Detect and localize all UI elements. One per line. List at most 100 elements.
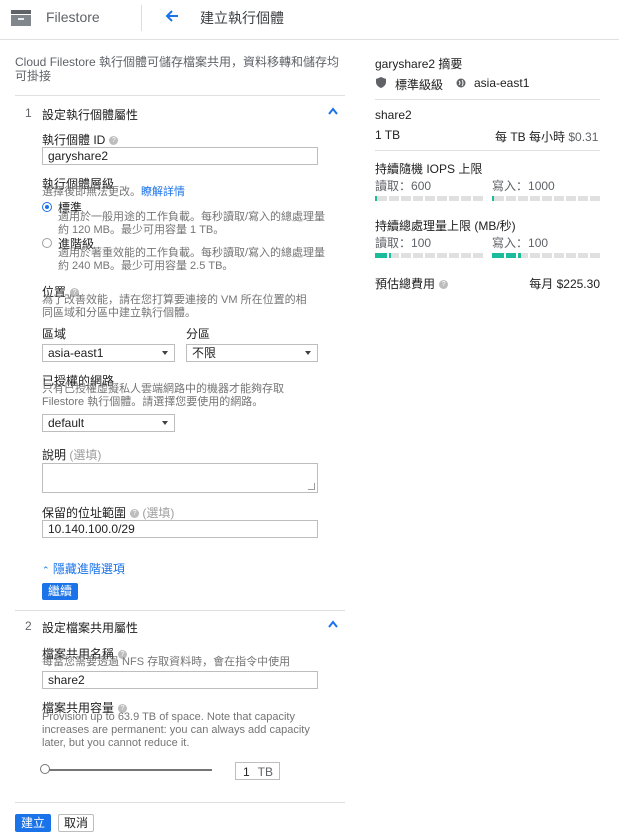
- cost-label: 預估總費用?: [375, 275, 449, 292]
- section-title: 設定執行個體屬性: [42, 108, 139, 122]
- share-name-input[interactable]: [42, 671, 318, 689]
- ip-range-label: 保留的位址範圍? (選填): [42, 506, 175, 520]
- network-select[interactable]: default: [42, 414, 175, 432]
- shield-icon: [376, 77, 386, 88]
- instance-id-input[interactable]: [42, 147, 318, 165]
- bar-segment-gap: [423, 196, 425, 201]
- top-bar: Filestore 建立執行個體: [0, 0, 619, 40]
- cost-value: 每月 $225.30: [529, 277, 600, 291]
- throughput-write-bar: [492, 253, 600, 258]
- learn-more-link[interactable]: 瞭解詳情: [141, 186, 185, 198]
- bar-segment-gap: [423, 253, 425, 258]
- filestore-icon: [11, 10, 31, 26]
- iops-title: 持續隨機 IOPS 上限: [375, 162, 483, 176]
- dropdown-caret-icon: [162, 421, 168, 425]
- header-divider: [141, 5, 142, 31]
- bar-segment-gap: [411, 253, 413, 258]
- section-2-header[interactable]: 2 設定檔案共用屬性: [15, 619, 345, 641]
- summary-tier: 標準級級: [395, 78, 444, 92]
- help-icon[interactable]: ?: [130, 509, 140, 519]
- capacity-field[interactable]: 1 TB: [235, 762, 280, 780]
- capacity-slider-track[interactable]: [42, 769, 212, 771]
- section-divider: [15, 802, 345, 803]
- back-arrow-icon[interactable]: [162, 6, 182, 26]
- create-button[interactable]: 建立: [15, 814, 51, 832]
- iops-write-bar: [492, 196, 600, 201]
- section-title: 設定檔案共用屬性: [42, 621, 139, 635]
- bar-segment-gap: [399, 196, 401, 201]
- summary-region: asia-east1: [474, 76, 530, 90]
- throughput-title: 持續總處理量上限 (MB/秒): [375, 219, 516, 233]
- dropdown-caret-icon: [305, 351, 311, 355]
- capacity-sub: Provision up to 63.9 TB of space. Note t…: [42, 711, 310, 749]
- share-name-sub: 每當您需要透過 NFS 存取資料時，會在指令中使用: [42, 656, 291, 668]
- throughput-read: 讀取：100: [375, 236, 432, 250]
- tier-standard-desc: 適用於一般用途的工作負載。每秒讀取/寫入的總處理量約 120 MB。最少可用容量…: [58, 211, 326, 236]
- section-divider: [15, 610, 345, 611]
- iops-read: 讀取：600: [375, 179, 432, 193]
- section-1-header[interactable]: 1 設定執行個體屬性: [15, 106, 345, 128]
- summary-divider: [375, 150, 600, 151]
- help-icon[interactable]: ?: [439, 280, 449, 290]
- throughput-write: 寫入：100: [492, 236, 549, 250]
- page-title: 建立執行個體: [200, 10, 284, 26]
- bar-segment-gap: [516, 253, 518, 258]
- dropdown-caret-icon: [162, 351, 168, 355]
- bar-segment-gap: [435, 196, 437, 201]
- summary-share: share2: [375, 108, 412, 122]
- bar-segment-gap: [552, 196, 554, 201]
- chevron-up-small-icon: ⌃: [42, 565, 50, 575]
- region-label: 區域: [42, 327, 67, 341]
- advanced-options-toggle[interactable]: ⌃ 隱藏進階選項: [42, 560, 125, 577]
- summary-capacity: 1 TB: [375, 128, 401, 142]
- chevron-up-icon[interactable]: [327, 106, 339, 116]
- bar-segment-gap: [387, 253, 389, 258]
- bar-segment-gap: [504, 253, 506, 258]
- section-number: 1: [25, 106, 32, 120]
- bar-segment-gap: [540, 196, 542, 201]
- bar-segment-gap: [459, 253, 461, 258]
- summary-title: garyshare2 摘要: [375, 57, 463, 71]
- bar-segment-gap: [588, 253, 590, 258]
- instance-id-label: 執行個體 ID?: [42, 131, 119, 148]
- resize-handle[interactable]: [308, 483, 315, 490]
- bar-segment-gap: [459, 196, 461, 201]
- tier-standard-radio[interactable]: [42, 202, 52, 212]
- section-number: 2: [25, 619, 32, 633]
- region-select[interactable]: asia-east1: [42, 344, 175, 362]
- tier-premium-radio[interactable]: [42, 238, 52, 248]
- description-label: 說明 (選填): [42, 448, 102, 462]
- bar-segment-gap: [504, 196, 506, 201]
- chevron-up-icon[interactable]: [327, 619, 339, 629]
- intro-text: Cloud Filestore 執行個體可儲存檔案共用，資料移轉和儲存均可掛接: [15, 55, 340, 83]
- zone-select[interactable]: 不限: [186, 344, 318, 362]
- iops-write: 寫入：1000: [492, 179, 555, 193]
- bar-segment-gap: [564, 196, 566, 201]
- product-name[interactable]: Filestore: [46, 9, 100, 25]
- bar-segment-gap: [588, 196, 590, 201]
- tier-sub: 選擇後即無法更改。瞭解詳情: [42, 186, 185, 198]
- capacity-slider-thumb[interactable]: [40, 764, 50, 774]
- throughput-read-bar: [375, 253, 483, 258]
- bar-segment-gap: [447, 196, 449, 201]
- ip-range-input[interactable]: [42, 520, 318, 538]
- description-textarea[interactable]: [42, 463, 318, 493]
- summary-price: 每 TB 每小時 $0.31: [495, 130, 599, 144]
- bar-segment-gap: [471, 196, 473, 201]
- bar-segment-gap: [564, 253, 566, 258]
- bar-segment-gap: [471, 253, 473, 258]
- bar-segment-gap: [540, 253, 542, 258]
- bar-segment-gap: [528, 253, 530, 258]
- help-icon[interactable]: ?: [109, 136, 119, 146]
- continue-button[interactable]: 繼續: [42, 583, 78, 600]
- bar-segment-gap: [411, 196, 413, 201]
- zone-label: 分區: [186, 327, 211, 341]
- network-sub: 只有已授權虛擬私人雲端網路中的機器才能夠存取 Filestore 執行個體。請選…: [42, 383, 284, 408]
- summary-divider: [375, 99, 600, 100]
- tier-premium-desc: 適用於著重效能的工作負載。每秒讀取/寫入的總處理量約 240 MB。最少可用容量…: [58, 247, 326, 272]
- bar-segment-gap: [552, 253, 554, 258]
- bar-segment-gap: [576, 253, 578, 258]
- bar-segment-gap: [576, 196, 578, 201]
- bar-segment-gap: [399, 253, 401, 258]
- cancel-button[interactable]: 取消: [58, 814, 94, 832]
